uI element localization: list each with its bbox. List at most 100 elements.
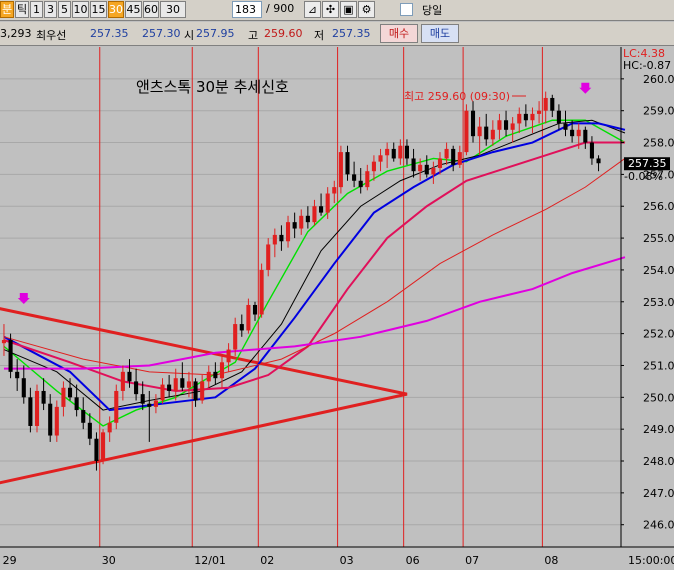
candle-body [134,381,139,395]
candle-body [15,371,20,379]
y-tick-label: 253.00 [643,296,674,309]
candle-body [120,371,125,391]
x-tick-label: 03 [340,554,354,567]
candle-body [266,244,271,270]
y-tick-label: 252.00 [643,328,674,341]
candle-body [530,113,535,121]
today-checkbox[interactable] [400,3,413,16]
candle-body [94,438,99,462]
candle-body [312,206,317,223]
y-tick-label: 258.00 [643,137,674,150]
candle-body [101,432,106,462]
x-tick-label: 29 [3,554,17,567]
high-value: 259.60 [264,27,303,40]
save-icon[interactable]: ▣ [340,1,357,18]
candle-body [233,324,238,350]
candle-body [504,120,509,130]
period-button-10[interactable]: 30 [160,1,186,18]
candle-body [345,152,350,175]
candle-body [352,174,357,181]
candle-total-label: / 900 [266,2,295,15]
high-label: 고 [248,29,259,42]
candle-body [411,158,416,172]
candle-body [252,304,258,315]
trend-tool-icon[interactable]: ⊿ [304,1,321,18]
chart-background [0,47,674,570]
candle-body [332,187,337,194]
period-button-1[interactable]: 틱 [15,1,29,18]
volume-value: 3,293 [0,27,32,40]
x-tick-label: 30 [102,554,116,567]
candle-body [550,97,555,111]
candle-body [464,110,469,153]
candle-body [186,381,191,388]
candle-body [127,371,132,382]
candle-body [259,269,264,315]
candle-body [358,180,363,188]
period-button-3[interactable]: 3 [44,1,57,18]
candle-body [470,110,476,137]
period-button-6[interactable]: 15 [90,1,107,18]
settings-icon[interactable]: ⚙ [358,1,375,18]
candle-body [570,129,575,137]
candle-body [272,234,277,245]
candle-body [1,339,7,344]
y-tick-label: 248.00 [643,455,674,468]
x-end-label: 15:00:00 [628,554,674,567]
y-tick-label: 260.00 [643,73,674,86]
current-price-label: 257.35 [628,157,667,170]
candle-body [8,339,13,372]
candle-body [200,381,205,401]
chart-title: 앤츠스톡 30분 추세신호 [136,78,289,96]
candle-body [61,387,66,407]
low-value: 257.35 [332,27,371,40]
candle-body [319,206,324,213]
candle-body [437,158,443,169]
candle-body [279,234,284,242]
high-annotation: 최고 259.60 (09:30) [404,90,510,103]
candle-body [193,381,198,401]
candle-body [451,148,456,165]
period-button-5[interactable]: 10 [72,1,89,18]
candle-body [41,390,46,404]
ask-value: 257.30 [142,27,181,40]
bid-value: 257.35 [90,27,129,40]
period-button-7[interactable]: 30 [108,1,124,18]
period-button-8[interactable]: 45 [125,1,142,18]
candle-body [167,384,172,391]
low-label: 저 [314,29,325,42]
change-percent-label: -0.08% [624,170,663,183]
candle-body [563,123,568,130]
candle-body [147,403,152,407]
period-button-0[interactable]: 분 [0,1,14,18]
candle-body [219,362,225,379]
y-tick-label: 246.00 [643,519,674,532]
candle-body [239,324,244,331]
candle-body [206,371,211,382]
candle-count-input[interactable]: 183 [232,1,262,18]
y-tick-label: 259.00 [643,105,674,118]
candle-body [180,378,185,388]
candle-body [497,120,502,130]
candle-body [385,148,390,156]
y-tick-label: 250.00 [643,391,674,404]
x-tick-label: 06 [406,554,420,567]
sell-button[interactable]: 매도 [421,24,459,43]
candle-body [107,422,112,433]
buy-button[interactable]: 매수 [380,24,418,43]
y-tick-label: 254.00 [643,264,674,277]
candle-body [81,410,86,423]
candle-body [140,394,145,404]
period-button-2[interactable]: 1 [30,1,43,18]
x-tick-label: 08 [544,554,558,567]
period-button-4[interactable]: 5 [58,1,71,18]
price-chart[interactable]: 246.00 247.00 248.00 249.00 250.00 251.00 252.… [0,47,674,570]
candle-body [431,168,436,175]
candle-body [226,349,231,363]
crosshair-tool-icon[interactable]: ✣ [322,1,339,18]
candle-body [153,400,158,407]
candle-body [543,97,548,111]
period-button-9[interactable]: 60 [143,1,159,18]
candle-body [246,304,251,331]
candle-body [160,384,165,401]
